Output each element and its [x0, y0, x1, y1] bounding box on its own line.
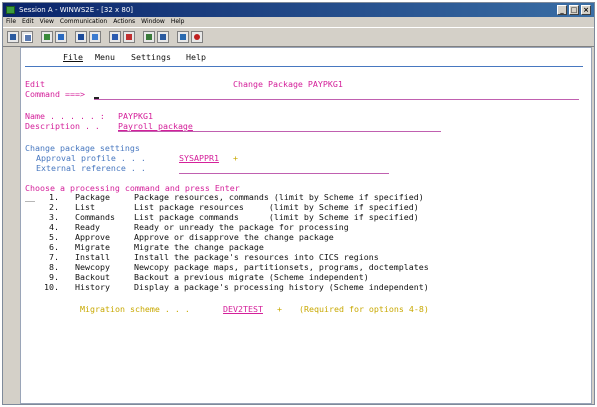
terminal-screen[interactable]: File Menu Settings Help Edit Change Pack…: [20, 47, 592, 404]
menu-bar: File Edit View Communication Actions Win…: [3, 17, 594, 27]
description-label: Description . .: [25, 121, 100, 131]
ispf-menu-menu[interactable]: Menu: [95, 52, 115, 63]
command-label: Command ===>: [25, 89, 85, 99]
external-reference-field[interactable]: [179, 173, 389, 174]
maximize-button[interactable]: □: [569, 5, 579, 15]
description-underline: [118, 131, 441, 132]
migration-scheme-note: (Required for options 4-8): [299, 304, 429, 314]
migration-scheme-label: Migration scheme . . .: [80, 304, 190, 314]
close-button[interactable]: ×: [581, 5, 591, 15]
external-reference-label: External reference . .: [36, 163, 146, 173]
menu-window[interactable]: Window: [141, 17, 165, 27]
play-icon[interactable]: [123, 31, 135, 43]
panel-title: Change Package PAYPKG1: [233, 79, 343, 89]
chart-icon[interactable]: [143, 31, 155, 43]
keyboard-icon[interactable]: [157, 31, 169, 43]
menu-actions[interactable]: Actions: [113, 17, 135, 27]
color-palette-icon[interactable]: [177, 31, 189, 43]
window-controls: _ □ ×: [557, 5, 591, 15]
toolbar: [3, 27, 594, 47]
migration-scheme-prompt[interactable]: +: [277, 304, 282, 315]
title-bar[interactable]: Session A - WINWS2E - [32 x 80] _ □ ×: [3, 3, 594, 17]
command-input[interactable]: [94, 99, 579, 100]
minimize-button[interactable]: _: [557, 5, 567, 15]
menu-file[interactable]: File: [6, 17, 16, 27]
print-screen-icon[interactable]: [7, 31, 19, 43]
menu-help[interactable]: Help: [171, 17, 185, 27]
menu-edit[interactable]: Edit: [22, 17, 34, 27]
ispf-menu-file[interactable]: File: [63, 52, 83, 63]
terminal-window: Session A - WINWS2E - [32 x 80] _ □ × Fi…: [2, 2, 595, 405]
copy-icon[interactable]: [21, 31, 33, 43]
paste-icon[interactable]: [41, 31, 53, 43]
stop-icon[interactable]: [109, 31, 121, 43]
list-item[interactable]: 10. History Display a package's processin…: [44, 282, 429, 293]
help-icon[interactable]: [191, 31, 203, 43]
approval-profile-prompt[interactable]: +: [233, 153, 238, 164]
menu-view[interactable]: View: [40, 17, 54, 27]
option-selection-field[interactable]: __: [25, 192, 35, 203]
action-bar-separator: [25, 66, 583, 67]
menu-communication[interactable]: Communication: [60, 17, 107, 27]
session-icon: [6, 6, 15, 14]
record-icon[interactable]: [89, 31, 101, 43]
text-cursor: [94, 97, 99, 99]
approval-profile-field[interactable]: SYSAPPR1: [179, 153, 219, 164]
window-title: Session A - WINWS2E - [32 x 80]: [19, 6, 134, 14]
ispf-menu-settings[interactable]: Settings: [131, 52, 171, 63]
send-icon[interactable]: [55, 31, 67, 43]
migration-scheme-field[interactable]: DEV2TEST: [223, 304, 263, 315]
ispf-menu-help[interactable]: Help: [186, 52, 206, 63]
receive-icon[interactable]: [75, 31, 87, 43]
